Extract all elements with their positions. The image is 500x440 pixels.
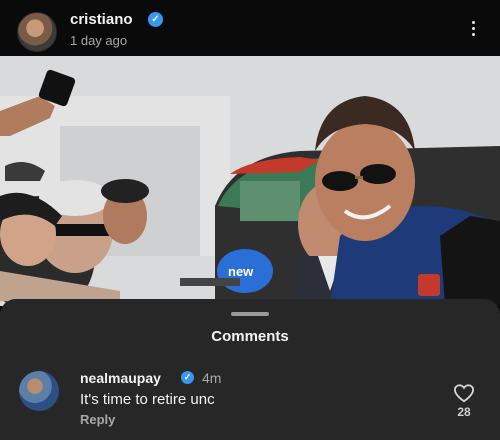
photo-illustration: new bbox=[0, 56, 500, 306]
like-count: 28 bbox=[457, 405, 471, 419]
comment-avatar[interactable] bbox=[19, 371, 59, 411]
sheet-drag-handle[interactable] bbox=[231, 312, 269, 316]
comment-time: 4m bbox=[202, 370, 222, 386]
post-photo[interactable]: new bbox=[0, 56, 500, 306]
avatar[interactable] bbox=[17, 12, 57, 52]
comment-username[interactable]: nealmaupay bbox=[80, 370, 161, 386]
verified-badge-icon: ✓ bbox=[148, 12, 163, 27]
more-options-icon[interactable] bbox=[464, 18, 482, 40]
comments-sheet: Comments nealmaupay ✓ 4m It's time to re… bbox=[0, 299, 500, 440]
mic-flag-text: new bbox=[228, 264, 254, 279]
heart-outline-icon[interactable] bbox=[453, 383, 475, 403]
post-header: cristiano ✓ 1 day ago bbox=[0, 0, 500, 56]
comment-verified-badge-icon: ✓ bbox=[181, 371, 194, 384]
reply-button[interactable]: Reply bbox=[80, 412, 115, 427]
post-username[interactable]: cristiano bbox=[70, 11, 133, 28]
sheet-title: Comments bbox=[211, 328, 289, 345]
comment-text: It's time to retire unc bbox=[80, 391, 215, 408]
post-timestamp: 1 day ago bbox=[70, 33, 128, 48]
